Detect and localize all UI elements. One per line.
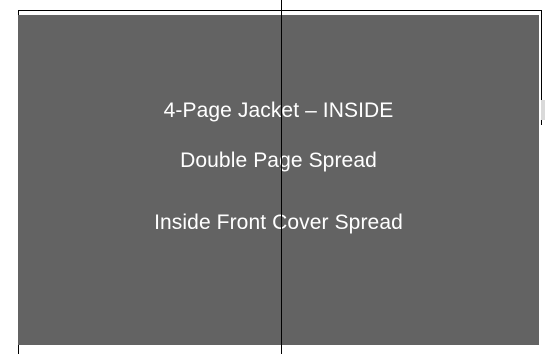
jacket-layout-canvas: 4-Page Jacket – INSIDE Double Page Sprea… [0,0,545,354]
page-top-edge [18,10,542,11]
center-fold-line [281,0,282,354]
panel-subtitle-spread: Double Page Spread [180,149,377,172]
panel-title: 4-Page Jacket – INSIDE [163,99,394,122]
panel-subtitle-cover: Inside Front Cover Spread [154,211,403,234]
edge-mark [541,100,545,120]
inside-spread-panel: 4-Page Jacket – INSIDE Double Page Sprea… [18,15,539,345]
